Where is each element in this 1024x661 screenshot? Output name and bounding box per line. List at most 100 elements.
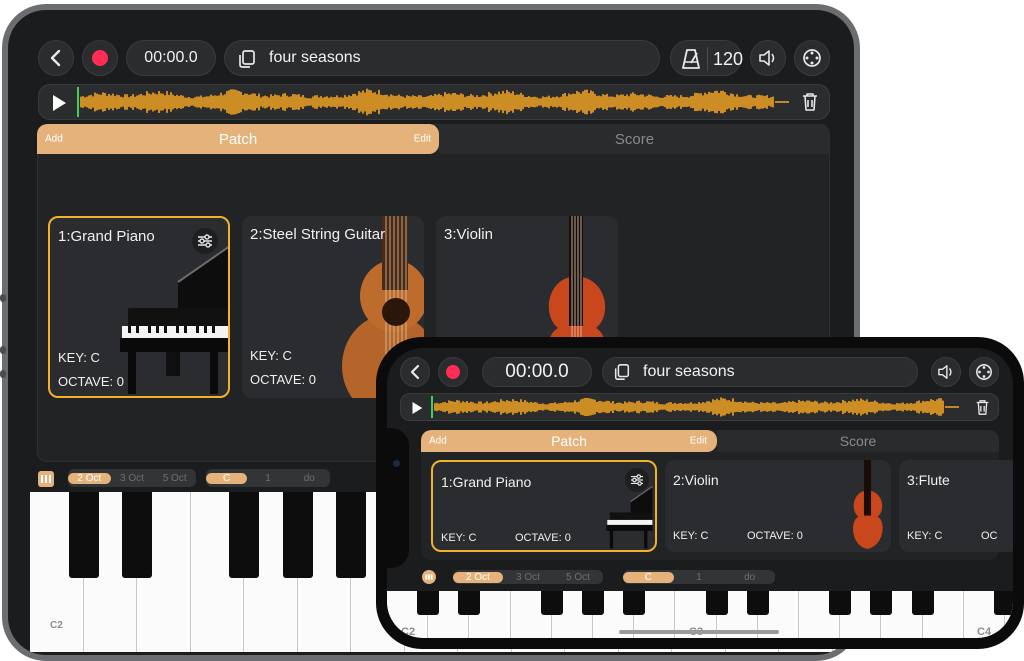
sliders-icon bbox=[197, 234, 213, 248]
tab-patch[interactable]: Add Patch Edit bbox=[37, 124, 439, 154]
patch-title: 1:Grand Piano bbox=[58, 228, 155, 245]
patch-card-grand-piano[interactable]: 1:Grand Piano KEY: C OCTAVE: 0 bbox=[48, 216, 230, 398]
octave-option[interactable]: 2 Oct bbox=[68, 472, 111, 484]
back-button[interactable] bbox=[38, 40, 74, 76]
octave-option[interactable]: 3 Oct bbox=[111, 473, 154, 484]
black-key[interactable] bbox=[870, 591, 893, 615]
key-mode-option[interactable]: do bbox=[724, 572, 775, 583]
tab-patch-label: Patch bbox=[218, 130, 258, 148]
patch-key: KEY: C bbox=[441, 532, 477, 544]
black-key[interactable] bbox=[417, 591, 440, 615]
black-key[interactable] bbox=[122, 492, 152, 578]
patch-card-violin[interactable]: 2:Violin KEY: C OCTAVE: 0 bbox=[665, 460, 891, 552]
patch-settings-button[interactable] bbox=[192, 228, 218, 254]
trash-icon[interactable] bbox=[975, 399, 990, 416]
black-key[interactable] bbox=[829, 591, 852, 615]
edit-button[interactable]: Edit bbox=[414, 134, 431, 145]
tab-bar: Add Patch Edit Score bbox=[421, 430, 999, 452]
tab-score[interactable]: Score bbox=[439, 124, 830, 154]
patch-card-flute[interactable]: 3:Flute KEY: C OC bbox=[899, 460, 1013, 552]
black-key[interactable] bbox=[68, 492, 99, 578]
project-name-field[interactable]: four seasons bbox=[602, 357, 918, 387]
octave-option[interactable]: 3 Oct bbox=[503, 572, 553, 583]
play-icon[interactable] bbox=[51, 94, 67, 112]
speaker-icon bbox=[937, 364, 955, 380]
time-display: 00:00.0 bbox=[482, 357, 592, 387]
tempo-control[interactable]: 120 bbox=[670, 40, 744, 76]
play-icon[interactable] bbox=[411, 401, 423, 415]
patch-octave: OCTAVE: 0 bbox=[58, 374, 124, 389]
patch-key: KEY: C bbox=[907, 530, 943, 542]
record-button[interactable] bbox=[438, 357, 468, 387]
keyboard-icon[interactable] bbox=[422, 570, 436, 584]
chevron-left-icon bbox=[409, 364, 421, 380]
patch-title: 3:Violin bbox=[444, 226, 493, 243]
patch-title: 2:Steel String Guitar bbox=[250, 226, 386, 243]
copy-icon[interactable] bbox=[237, 49, 257, 69]
patch-settings-button[interactable] bbox=[625, 468, 649, 492]
black-key[interactable] bbox=[582, 591, 604, 615]
patch-title: 1:Grand Piano bbox=[441, 474, 532, 490]
phone-device: 00:00.0 four seasons Add Patch Edit Scor… bbox=[376, 337, 1024, 649]
key-label-c4: C4 bbox=[977, 626, 992, 638]
phone-notch bbox=[387, 428, 409, 568]
sliders-icon bbox=[630, 474, 644, 486]
octave-option[interactable]: 5 Oct bbox=[153, 473, 196, 484]
black-key[interactable] bbox=[911, 591, 934, 615]
black-key[interactable] bbox=[705, 591, 728, 615]
settings-button[interactable] bbox=[969, 357, 999, 387]
patch-octave: OCTAVE: 0 bbox=[250, 372, 316, 387]
front-camera-icon bbox=[393, 460, 400, 467]
key-mode-option[interactable]: C bbox=[623, 571, 674, 583]
volume-button[interactable] bbox=[750, 40, 786, 76]
patch-card-grand-piano[interactable]: 1:Grand Piano KEY: C OCTAVE: 0 bbox=[431, 460, 657, 552]
tab-bar: Add Patch Edit Score bbox=[37, 124, 830, 154]
key-label-mode-selector[interactable]: C 1 do bbox=[206, 469, 330, 487]
tab-score-label: Score bbox=[839, 433, 877, 449]
black-key[interactable] bbox=[458, 591, 481, 615]
add-button[interactable]: Add bbox=[45, 134, 63, 145]
copy-icon[interactable] bbox=[613, 363, 631, 381]
octave-option[interactable]: 5 Oct bbox=[553, 572, 603, 583]
black-key[interactable] bbox=[994, 591, 1013, 615]
black-key[interactable] bbox=[282, 492, 313, 578]
octave-option[interactable]: 2 Oct bbox=[453, 571, 503, 583]
key-mode-option[interactable]: 1 bbox=[247, 473, 288, 484]
waveform-track[interactable] bbox=[400, 393, 999, 421]
black-key[interactable] bbox=[623, 591, 646, 615]
edit-button[interactable]: Edit bbox=[690, 436, 707, 447]
patch-key: KEY: C bbox=[58, 350, 100, 365]
black-key[interactable] bbox=[746, 591, 769, 615]
black-key[interactable] bbox=[229, 492, 259, 578]
key-label-c2: C2 bbox=[50, 620, 63, 631]
phone-screen: 00:00.0 four seasons Add Patch Edit Scor… bbox=[387, 348, 1013, 638]
tab-patch[interactable]: Add Patch Edit bbox=[421, 430, 717, 452]
waveform-track[interactable] bbox=[38, 84, 830, 120]
key-mode-option[interactable]: C bbox=[206, 472, 248, 484]
key-label-mode-selector[interactable]: C 1 do bbox=[623, 570, 775, 584]
key-mode-option[interactable]: 1 bbox=[674, 572, 725, 583]
dial-icon bbox=[975, 363, 993, 381]
black-key[interactable] bbox=[336, 492, 366, 578]
tab-score[interactable]: Score bbox=[717, 430, 999, 452]
settings-button[interactable] bbox=[794, 40, 830, 76]
volume-button[interactable] bbox=[931, 357, 961, 387]
waveform[interactable] bbox=[431, 396, 963, 418]
key-mode-option[interactable]: do bbox=[289, 473, 330, 484]
app-showcase: 00:00.0 four seasons 120 Add Patch Edit … bbox=[0, 0, 1024, 661]
record-icon bbox=[446, 365, 460, 379]
patch-title: 2:Violin bbox=[673, 472, 719, 488]
black-key[interactable] bbox=[540, 591, 563, 615]
octave-range-selector[interactable]: 2 Oct 3 Oct 5 Oct bbox=[68, 469, 196, 487]
back-button[interactable] bbox=[400, 357, 430, 387]
add-button[interactable]: Add bbox=[429, 436, 447, 447]
record-button[interactable] bbox=[82, 40, 118, 76]
octave-range-selector[interactable]: 2 Oct 3 Oct 5 Oct bbox=[453, 570, 603, 584]
waveform[interactable] bbox=[77, 87, 793, 117]
project-name: four seasons bbox=[269, 49, 361, 66]
keyboard-icon[interactable] bbox=[38, 471, 54, 487]
time-display: 00:00.0 bbox=[126, 40, 216, 76]
project-name-field[interactable]: four seasons bbox=[224, 40, 660, 76]
trash-icon[interactable] bbox=[801, 92, 819, 112]
tempo-value: 120 bbox=[713, 49, 744, 69]
